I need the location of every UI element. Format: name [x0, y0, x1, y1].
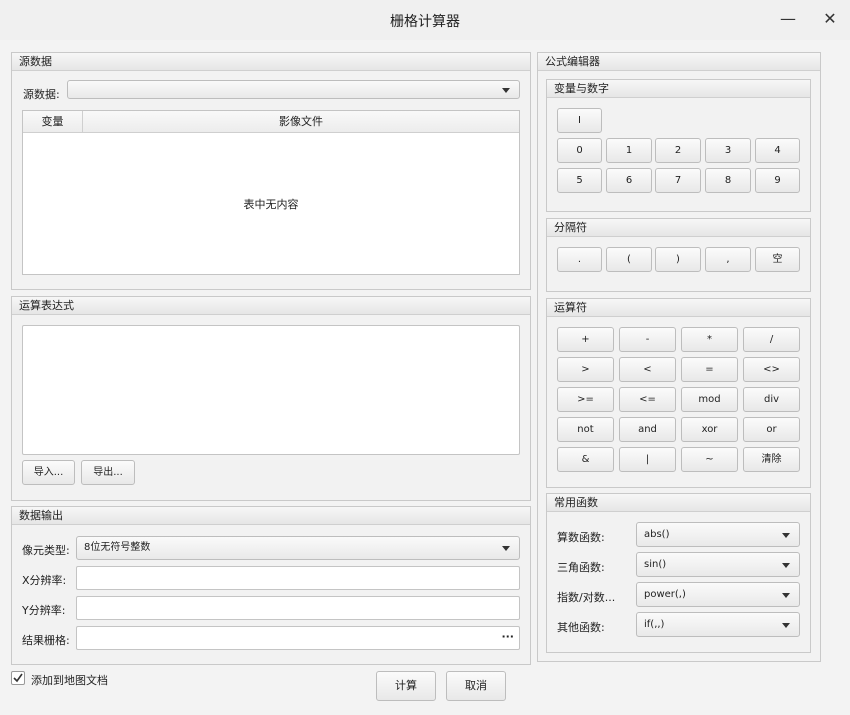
table-empty-text: 表中无内容 — [243, 198, 299, 211]
pixel-type-value: 8位无符号整数 — [84, 542, 151, 553]
digit-2-button[interactable]: 2 — [655, 138, 701, 163]
digit-0-button[interactable]: 0 — [557, 138, 602, 163]
chevron-down-icon — [782, 623, 790, 628]
functions-panel: 常用函数 算数函数: abs() 三角函数: sin() 指数/对数... po… — [546, 493, 811, 653]
op-pipe-button[interactable]: | — [619, 447, 676, 472]
op-less-equal-button[interactable]: <= — [619, 387, 676, 412]
y-resolution-field[interactable] — [76, 596, 520, 620]
source-table[interactable]: 变量 影像文件 表中无内容 — [22, 110, 520, 275]
pixel-type-label: 像元类型: — [22, 544, 70, 557]
table-header-variable[interactable]: 变量 — [23, 111, 83, 133]
digit-6-button[interactable]: 6 — [606, 168, 652, 193]
separators-title: 分隔符 — [547, 219, 810, 237]
separator-close-paren-button[interactable]: ) — [655, 247, 701, 272]
cancel-button[interactable]: 取消 — [446, 671, 506, 701]
digit-8-button[interactable]: 8 — [705, 168, 751, 193]
functions-title: 常用函数 — [547, 494, 810, 512]
digit-5-button[interactable]: 5 — [557, 168, 602, 193]
digit-9-button[interactable]: 9 — [755, 168, 800, 193]
add-to-map-checkbox[interactable] — [11, 671, 25, 685]
other-function-label: 其他函数: — [557, 621, 605, 634]
digit-1-button[interactable]: 1 — [606, 138, 652, 163]
result-raster-label: 结果栅格: — [22, 634, 70, 647]
op-greater-button[interactable]: > — [557, 357, 614, 382]
digit-3-button[interactable]: 3 — [705, 138, 751, 163]
chevron-down-icon — [782, 563, 790, 568]
source-data-combo[interactable] — [67, 80, 520, 99]
arith-function-label: 算数函数: — [557, 531, 605, 544]
expression-panel: 运算表达式 导入... 导出... — [11, 296, 531, 501]
data-output-panel: 数据输出 像元类型: 8位无符号整数 X分辨率: Y分辨率: 结果栅格: ··· — [11, 506, 531, 665]
separator-space-button[interactable]: 空 — [755, 247, 800, 272]
source-data-label: 源数据: — [23, 88, 60, 101]
op-ampersand-button[interactable]: & — [557, 447, 614, 472]
operators-panel: 运算符 + - * / > < = <> >= <= mod div not a… — [546, 298, 811, 488]
title-bar: 栅格计算器 — ✕ — [0, 0, 850, 40]
clear-button[interactable]: 清除 — [743, 447, 800, 472]
op-plus-button[interactable]: + — [557, 327, 614, 352]
exp-log-function-label: 指数/对数... — [557, 591, 616, 604]
formula-editor-title: 公式编辑器 — [538, 53, 820, 71]
source-data-panel: 源数据 源数据: 变量 影像文件 表中无内容 — [11, 52, 531, 290]
exp-log-function-value: power(,) — [644, 589, 686, 600]
import-button[interactable]: 导入... — [22, 460, 75, 485]
checkmark-icon — [13, 673, 23, 683]
op-tilde-button[interactable]: ~ — [681, 447, 738, 472]
op-mod-button[interactable]: mod — [681, 387, 738, 412]
digit-7-button[interactable]: 7 — [655, 168, 701, 193]
variables-numbers-title: 变量与数字 — [547, 80, 810, 98]
table-header-image-file[interactable]: 影像文件 — [83, 111, 519, 133]
y-resolution-label: Y分辨率: — [22, 604, 66, 617]
window-title: 栅格计算器 — [390, 14, 460, 30]
op-equal-button[interactable]: = — [681, 357, 738, 382]
op-not-button[interactable]: not — [557, 417, 614, 442]
x-resolution-label: X分辨率: — [22, 574, 67, 587]
op-minus-button[interactable]: - — [619, 327, 676, 352]
separator-comma-button[interactable]: , — [705, 247, 751, 272]
variables-numbers-panel: 变量与数字 I 0 1 2 3 4 5 6 7 8 9 — [546, 79, 811, 212]
trig-function-label: 三角函数: — [557, 561, 605, 574]
operators-title: 运算符 — [547, 299, 810, 317]
arith-function-value: abs() — [644, 529, 670, 540]
expression-textarea[interactable] — [22, 325, 520, 455]
op-div-button[interactable]: div — [743, 387, 800, 412]
other-function-combo[interactable]: if(,,) — [636, 612, 800, 637]
minimize-button[interactable]: — — [776, 8, 800, 32]
op-xor-button[interactable]: xor — [681, 417, 738, 442]
result-raster-field[interactable]: ··· — [76, 626, 520, 650]
chevron-down-icon — [782, 593, 790, 598]
trig-function-value: sin() — [644, 559, 667, 570]
op-multiply-button[interactable]: * — [681, 327, 738, 352]
separator-dot-button[interactable]: . — [557, 247, 602, 272]
op-greater-equal-button[interactable]: >= — [557, 387, 614, 412]
pixel-type-combo[interactable]: 8位无符号整数 — [76, 536, 520, 560]
arith-function-combo[interactable]: abs() — [636, 522, 800, 547]
op-and-button[interactable]: and — [619, 417, 676, 442]
chevron-down-icon — [782, 533, 790, 538]
other-function-value: if(,,) — [644, 619, 665, 630]
op-not-equal-button[interactable]: <> — [743, 357, 800, 382]
source-data-title: 源数据 — [12, 53, 530, 71]
data-output-title: 数据输出 — [12, 507, 530, 525]
close-button[interactable]: ✕ — [818, 8, 842, 32]
cursor-button[interactable]: I — [557, 108, 602, 133]
digit-4-button[interactable]: 4 — [755, 138, 800, 163]
browse-button[interactable]: ··· — [501, 630, 514, 643]
exp-log-function-combo[interactable]: power(,) — [636, 582, 800, 607]
compute-button[interactable]: 计算 — [376, 671, 436, 701]
export-button[interactable]: 导出... — [81, 460, 135, 485]
op-less-button[interactable]: < — [619, 357, 676, 382]
op-or-button[interactable]: or — [743, 417, 800, 442]
x-resolution-field[interactable] — [76, 566, 520, 590]
separators-panel: 分隔符 . ( ) , 空 — [546, 218, 811, 292]
trig-function-combo[interactable]: sin() — [636, 552, 800, 577]
separator-open-paren-button[interactable]: ( — [606, 247, 652, 272]
chevron-down-icon — [502, 546, 510, 551]
expression-title: 运算表达式 — [12, 297, 530, 315]
add-to-map-label: 添加到地图文档 — [31, 674, 108, 687]
op-divide-button[interactable]: / — [743, 327, 800, 352]
chevron-down-icon — [502, 88, 510, 93]
